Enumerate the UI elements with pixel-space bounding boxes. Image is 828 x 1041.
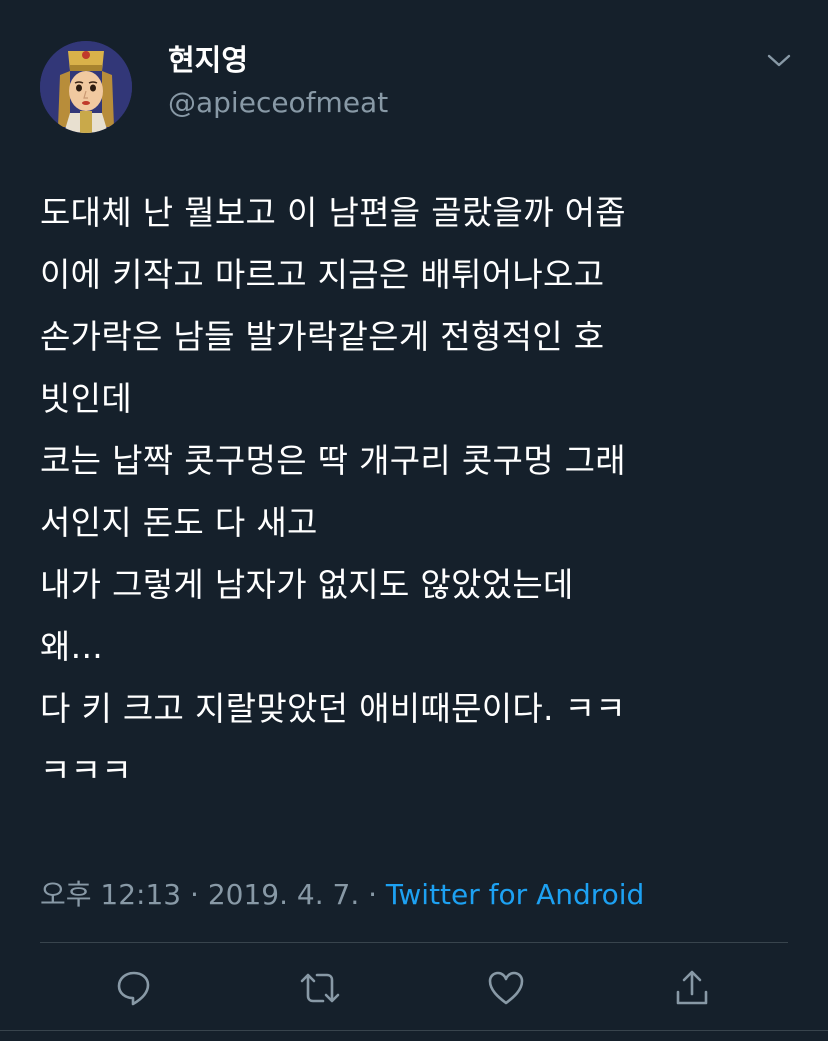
retweet-button[interactable] [298, 966, 342, 1010]
divider [0, 1030, 828, 1031]
tweet-text: 도대체 난 뭘보고 이 남편을 골랐을까 어좁 이에 키작고 마르고 지금은 배… [40, 182, 800, 802]
retweet-icon [300, 973, 340, 1003]
avatar-image [40, 41, 132, 133]
reply-button[interactable] [112, 966, 156, 1010]
tweet-line: 이에 키작고 마르고 지금은 배튀어나오고 [40, 255, 605, 294]
tweet-line: 서인지 돈도 다 새고 [40, 503, 318, 542]
meta-separator: · [359, 878, 386, 911]
tweet-line: 왜... [40, 627, 104, 666]
tweet-line: 도대체 난 뭘보고 이 남편을 골랐을까 어좁 [40, 193, 626, 232]
tweet-date: 2019. 4. 7. [207, 878, 360, 911]
share-button[interactable] [670, 966, 714, 1010]
avatar[interactable] [40, 41, 132, 133]
like-button[interactable] [484, 966, 528, 1010]
display-name[interactable]: 현지영 [168, 40, 248, 80]
tweet-source-link[interactable]: Twitter for Android [386, 878, 644, 911]
tweet-line: 손가락은 남들 발가락같은게 전형적인 호 [40, 317, 605, 356]
tweet-detail: 현지영 @apieceofmeat 도대체 난 뭘보고 이 남편을 골랐을까 어… [0, 0, 828, 1041]
tweet-line: 내가 그렇게 남자가 없지도 않았었는데 [40, 565, 574, 604]
heart-icon [488, 971, 524, 1005]
tweet-line: 코는 납짝 콧구멍은 딱 개구리 콧구멍 그래 [40, 441, 626, 480]
share-icon [676, 970, 708, 1005]
divider [40, 942, 788, 943]
chevron-down-icon[interactable] [764, 48, 794, 72]
user-handle[interactable]: @apieceofmeat [168, 84, 388, 122]
reply-icon [117, 971, 150, 1006]
tweet-line: ㅋㅋㅋ [40, 751, 132, 790]
tweet-meta: 오후 12:13 · 2019. 4. 7. · Twitter for And… [40, 875, 644, 915]
tweet-actions [0, 966, 828, 1010]
meta-separator: · [181, 878, 208, 911]
tweet-line: 다 키 크고 지랄맞았던 애비때문이다. ㅋㅋ [40, 689, 626, 728]
tweet-time: 오후 12:13 [40, 878, 182, 911]
tweet-line: 빗인데 [40, 379, 132, 418]
